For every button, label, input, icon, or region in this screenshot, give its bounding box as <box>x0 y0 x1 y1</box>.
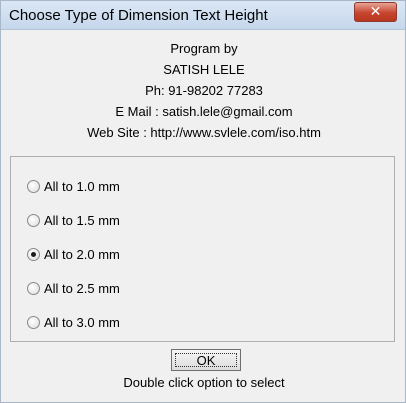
close-button[interactable]: ✕ <box>354 2 397 22</box>
title-bar[interactable]: Choose Type of Dimension Text Height ✕ <box>1 1 405 30</box>
ok-label: OK <box>175 353 237 368</box>
radio-button[interactable] <box>27 180 40 193</box>
hint-text: Double click option to select <box>123 375 285 390</box>
dialog-window: Choose Type of Dimension Text Height ✕ P… <box>0 0 406 403</box>
info-program-by: Program by <box>170 41 238 56</box>
radio-button[interactable] <box>27 316 40 329</box>
radio-button[interactable] <box>27 214 40 227</box>
close-icon: ✕ <box>369 3 382 19</box>
info-author: SATISH LELE <box>163 62 245 77</box>
option-label: All to 2.0 mm <box>44 247 120 262</box>
ok-button[interactable]: OK <box>171 349 241 371</box>
radio-button-selected[interactable] <box>27 248 40 261</box>
radio-dot-icon <box>31 252 36 257</box>
option-label: All to 3.0 mm <box>44 315 120 330</box>
option-label: All to 2.5 mm <box>44 281 120 296</box>
info-email: E Mail : satish.lele@gmail.com <box>115 104 293 119</box>
window-title: Choose Type of Dimension Text Height <box>9 7 268 24</box>
option-label: All to 1.5 mm <box>44 213 120 228</box>
info-phone: Ph: 91-98202 77283 <box>145 83 263 98</box>
radio-button[interactable] <box>27 282 40 295</box>
info-website: Web Site : http://www.svlele.com/iso.htm <box>87 125 321 140</box>
option-label: All to 1.0 mm <box>44 179 120 194</box>
